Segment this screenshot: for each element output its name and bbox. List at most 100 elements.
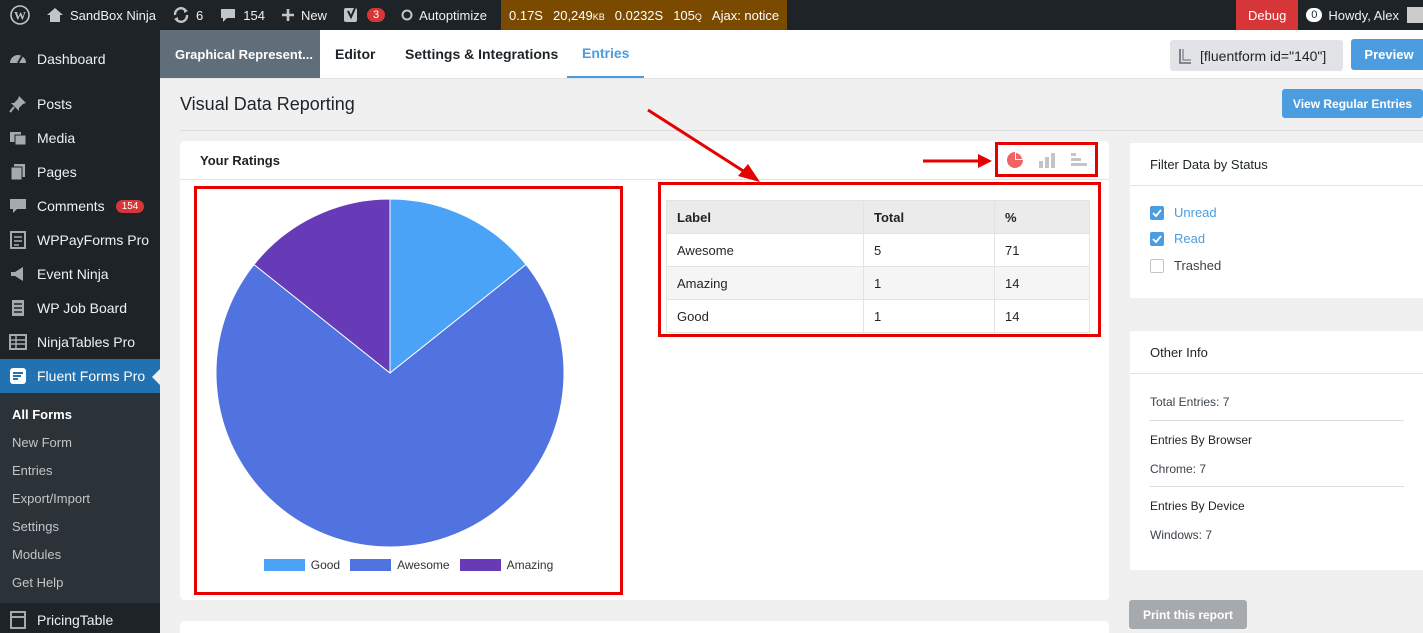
submenu-settings[interactable]: Settings — [12, 519, 59, 534]
table-cell: 1 — [863, 299, 995, 333]
site-name-menu[interactable]: SandBox Ninja — [38, 0, 164, 30]
table-cell: Good — [666, 299, 864, 333]
legend-item-amazing[interactable]: Amazing — [459, 558, 553, 572]
checkbox-unchecked[interactable] — [1150, 258, 1164, 273]
legend-item-good[interactable]: Good — [263, 558, 340, 572]
horizontal-bar-chart-icon[interactable] — [1070, 152, 1088, 168]
admin-sidebar: Dashboard Posts Media Pages Comments 154… — [0, 30, 160, 633]
submenu-new-form[interactable]: New Form — [12, 435, 72, 450]
table-cell: 14 — [994, 266, 1090, 300]
filter-read[interactable]: Read — [1150, 231, 1205, 246]
menu-media[interactable]: Media — [0, 121, 160, 155]
comments-menu[interactable]: 154 — [211, 0, 273, 30]
filter-panel: Filter Data by Status Unread Read Trashe… — [1130, 143, 1423, 298]
print-report-button[interactable]: Print this report — [1129, 600, 1247, 629]
submenu-modules[interactable]: Modules — [12, 547, 61, 562]
yoast-badge: 3 — [366, 8, 386, 22]
menu-event-ninja[interactable]: Event Ninja — [0, 257, 160, 291]
list-icon — [8, 298, 28, 318]
perf-time: 0.17S — [509, 7, 543, 23]
legend-item-awesome[interactable]: Awesome — [350, 558, 450, 572]
autoptimize-menu[interactable]: Autoptimize — [393, 0, 495, 30]
divider — [1150, 420, 1404, 421]
comments-count: 154 — [243, 7, 265, 23]
submenu-entries[interactable]: Entries — [12, 463, 52, 478]
menu-fluent-forms[interactable]: Fluent Forms Pro — [0, 359, 160, 393]
legend-swatch — [350, 559, 392, 571]
table-cell: 1 — [863, 266, 995, 300]
view-regular-entries-button[interactable]: View Regular Entries — [1282, 89, 1423, 118]
report-card-header: Your Ratings — [180, 141, 1109, 180]
updates-count: 6 — [196, 7, 204, 23]
perf-memory: 20,249KB — [552, 7, 605, 23]
shortcode-text: [fluentform id="140"] — [1200, 47, 1327, 64]
table-row: Amazing 1 14 — [666, 266, 1090, 300]
fluent-forms-submenu: All Forms New Form Entries Export/Import… — [0, 393, 160, 603]
column-header: % — [994, 200, 1090, 234]
menu-pricingtable[interactable]: PricingTable — [0, 603, 160, 633]
filter-unread[interactable]: Unread — [1150, 205, 1217, 220]
pricing-table-icon — [8, 610, 28, 630]
ratings-table: Label Total % Awesome 5 71 Amazing 1 14 … — [666, 200, 1090, 333]
pie-chart-icon[interactable] — [1006, 151, 1024, 169]
form-title-tab[interactable]: Graphical Represent... — [160, 30, 320, 78]
debug-button[interactable]: Debug — [1235, 0, 1299, 30]
submenu-all-forms[interactable]: All Forms — [12, 407, 72, 422]
form-icon — [8, 230, 28, 250]
menu-wppayforms[interactable]: WPPayForms Pro — [0, 223, 160, 257]
divider — [180, 130, 1423, 131]
perf-queries: 105Q — [673, 7, 702, 23]
menu-comments[interactable]: Comments 154 — [0, 189, 160, 223]
other-info-title: Other Info — [1130, 331, 1423, 374]
notification-count[interactable]: 0 — [1306, 8, 1323, 22]
menu-wp-job-board[interactable]: WP Job Board — [0, 291, 160, 325]
submenu-export-import[interactable]: Export/Import — [12, 491, 90, 506]
browser-value: Chrome: 7 — [1150, 462, 1207, 476]
yoast-menu[interactable]: 3 — [335, 0, 393, 30]
report-card: Your Ratings Good Awesome Amazing Label … — [180, 141, 1109, 600]
query-monitor-stats[interactable]: 0.17S 20,249KB 0.0232S 105Q Ajax: notice — [501, 0, 788, 30]
shortcode-copy[interactable]: [fluentform id="140"] — [1170, 40, 1343, 71]
circle-icon — [401, 9, 413, 21]
table-row: Awesome 5 71 — [666, 233, 1090, 267]
menu-ninjatables[interactable]: NinjaTables Pro — [0, 325, 160, 359]
new-content-menu[interactable]: New — [273, 0, 335, 30]
table-cell: Amazing — [666, 266, 864, 300]
dashboard-icon — [8, 49, 28, 69]
avatar[interactable] — [1407, 7, 1423, 23]
copy-icon — [1179, 48, 1191, 64]
next-report-card — [180, 621, 1109, 633]
comments-badge: 154 — [115, 199, 145, 213]
table-cell: 5 — [863, 233, 995, 267]
tab-entries[interactable]: Entries — [567, 30, 645, 78]
refresh-icon — [173, 7, 189, 23]
submenu-get-help[interactable]: Get Help — [12, 575, 63, 590]
updates-menu[interactable]: 6 — [164, 0, 211, 30]
checkbox-checked[interactable] — [1150, 205, 1164, 220]
menu-posts[interactable]: Posts — [0, 87, 160, 121]
checkbox-checked[interactable] — [1150, 231, 1164, 246]
table-cell: 14 — [994, 299, 1090, 333]
preview-button[interactable]: Preview — [1351, 39, 1423, 70]
bar-chart-icon[interactable] — [1038, 152, 1056, 168]
menu-dashboard[interactable]: Dashboard — [0, 42, 160, 76]
fluent-forms-icon — [8, 366, 28, 386]
media-icon — [8, 128, 28, 148]
chart-type-switcher — [995, 142, 1098, 177]
chart-legend: Good Awesome Amazing — [197, 558, 620, 572]
divider — [1150, 486, 1404, 487]
new-label: New — [300, 7, 327, 23]
ratings-table-container: Label Total % Awesome 5 71 Amazing 1 14 … — [658, 182, 1101, 337]
wordpress-logo-icon[interactable]: W — [0, 0, 38, 30]
comment-icon — [8, 196, 28, 216]
menu-pages[interactable]: Pages — [0, 155, 160, 189]
pie-chart-container: Good Awesome Amazing — [194, 186, 623, 595]
tab-settings-integrations[interactable]: Settings & Integrations — [405, 30, 558, 78]
column-header: Label — [666, 200, 864, 234]
yoast-icon — [343, 7, 357, 22]
filter-trashed[interactable]: Trashed — [1150, 258, 1221, 273]
howdy-menu[interactable]: Howdy, Alex — [1328, 8, 1399, 23]
home-icon — [47, 8, 63, 22]
table-row: Good 1 14 — [666, 299, 1090, 333]
tab-editor[interactable]: Editor — [335, 30, 375, 78]
